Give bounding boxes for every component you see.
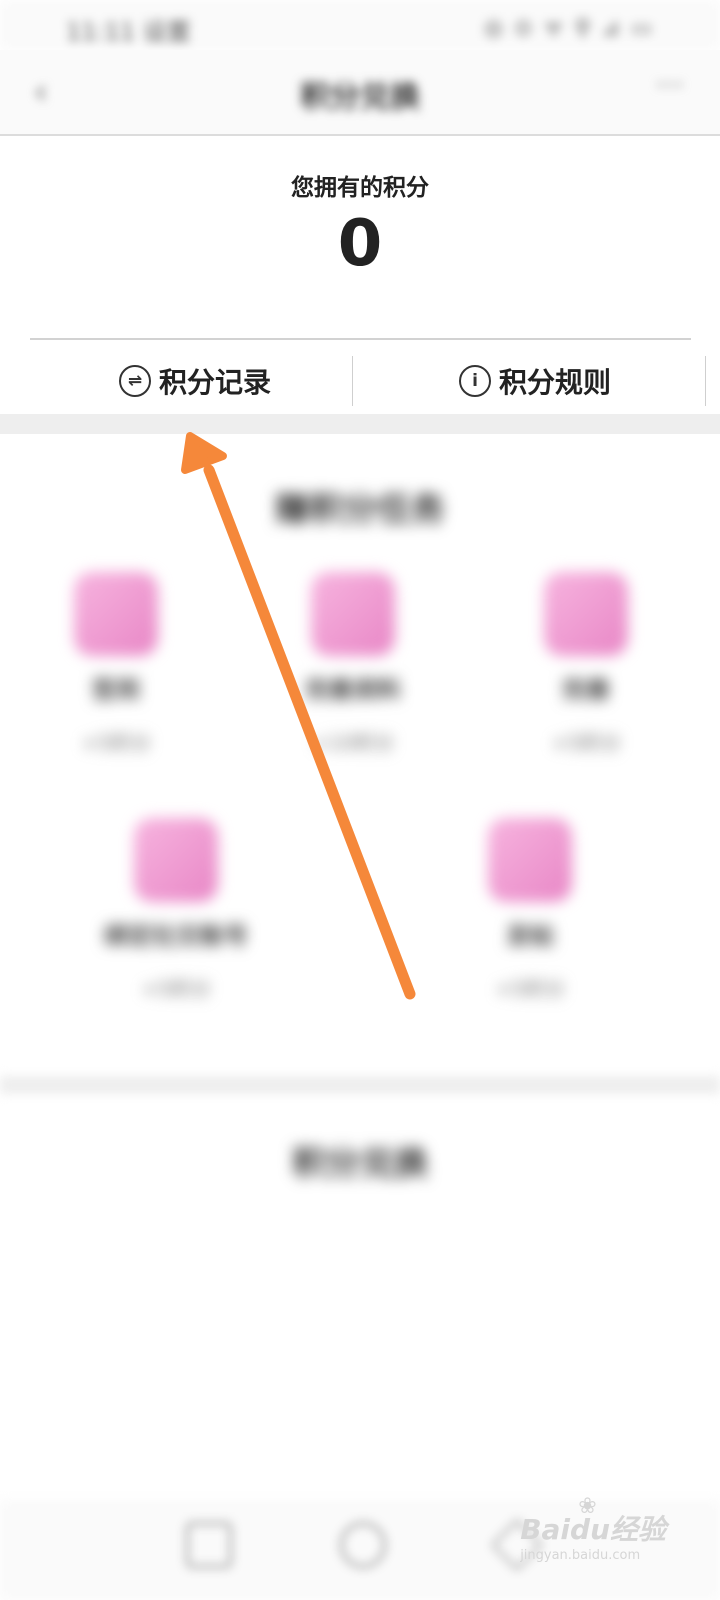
task-points: +10积分 <box>311 731 395 755</box>
baidu-watermark: ❀ Baidu经验 jingyan.baidu.com <box>520 1494 666 1563</box>
points-value: 0 <box>337 207 383 281</box>
exchange-icon: ⇌ <box>118 365 151 397</box>
points-rules-button[interactable]: i 积分规则 <box>370 356 700 406</box>
tasks-title: 赚积分任务 <box>275 490 445 530</box>
task-name: 完善 <box>562 676 610 704</box>
more-dots-icon: ··· <box>655 68 684 103</box>
divider <box>30 338 691 340</box>
action-separator <box>352 356 353 406</box>
task-item[interactable]: 签到 +5积分 <box>16 572 216 756</box>
task-points: +5积分 <box>141 977 211 1001</box>
section-gap <box>0 414 720 434</box>
checklist-icon <box>134 818 218 902</box>
pencil-icon <box>311 572 395 656</box>
points-record-label: 积分记录 <box>158 366 271 399</box>
task-name: 签到 <box>92 676 140 704</box>
more-button[interactable]: ··· <box>655 68 684 103</box>
task-item[interactable]: 完善资料 +10积分 <box>253 572 453 756</box>
title-bar: ‹ 积分兑换 ··· <box>0 50 720 136</box>
task-item[interactable]: 完善 +5积分 <box>486 572 686 756</box>
status-icons: ◎ ⊙ ᯤ ⚲ ⊿ ▭ <box>483 16 654 41</box>
info-icon: i <box>458 365 491 397</box>
document-icon <box>544 572 628 656</box>
status-time: 11:11 设置 <box>66 18 191 46</box>
arrow-head <box>181 432 227 474</box>
task-name: 发帖 <box>506 922 554 950</box>
points-record-button[interactable]: ⇌ 积分记录 <box>30 356 360 406</box>
points-label: 您拥有的积分 <box>291 175 429 201</box>
paw-icon: ❀ <box>578 1494 597 1519</box>
nav-home-icon[interactable] <box>340 1522 386 1568</box>
status-bar: 11:11 设置 ◎ ⊙ ᯤ ⚲ ⊿ ▭ <box>0 0 720 50</box>
task-name: 完善资料 <box>305 676 401 704</box>
section-gap-2 <box>0 1076 720 1094</box>
mall-title: 积分兑换 <box>292 1144 428 1184</box>
watermark-url: jingyan.baidu.com <box>520 1548 641 1563</box>
action-separator-right <box>705 356 706 406</box>
task-name: 绑定社交账号 <box>104 922 248 950</box>
task-points: +5积分 <box>495 977 565 1001</box>
gift-icon <box>74 572 158 656</box>
task-item[interactable]: 绑定社交账号 +5积分 <box>76 818 276 1002</box>
points-rules-label: 积分规则 <box>498 366 611 399</box>
task-points: +5积分 <box>81 731 151 755</box>
edit-icon <box>488 818 572 902</box>
task-item[interactable]: 发帖 +5积分 <box>430 818 630 1002</box>
page-title: 积分兑换 <box>300 80 420 115</box>
task-points: +5积分 <box>551 731 621 755</box>
nav-back-icon[interactable] <box>186 1522 232 1568</box>
